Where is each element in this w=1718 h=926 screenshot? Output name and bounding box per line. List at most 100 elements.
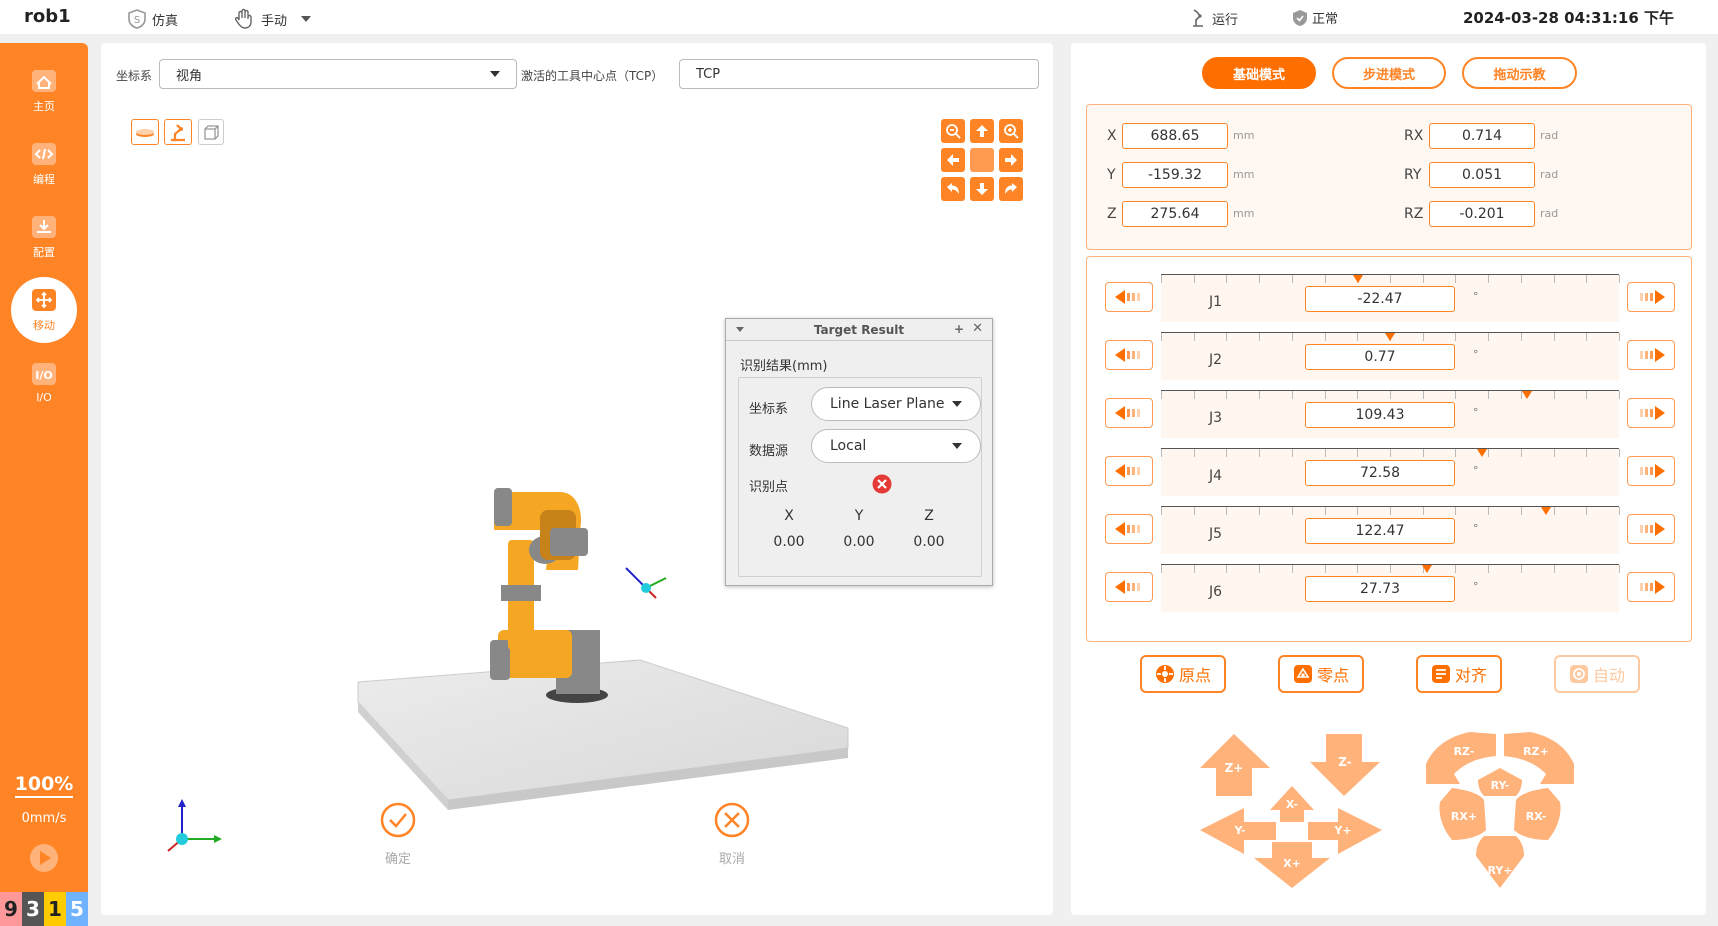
jog-y-minus-button[interactable]: Y-: [1200, 808, 1276, 854]
joint-increase-button[interactable]: [1627, 572, 1675, 602]
scale-tick: [1390, 449, 1391, 457]
zoom-in-button[interactable]: [999, 119, 1023, 143]
pan-right-button[interactable]: [999, 148, 1023, 172]
joint-slider[interactable]: J2 0.77 °: [1161, 332, 1620, 380]
scale-tick: [1291, 333, 1293, 341]
view-base-button[interactable]: [131, 119, 159, 145]
joint-position-marker[interactable]: [1541, 507, 1551, 515]
view-cube-button[interactable]: [198, 119, 224, 145]
joint-increase-button[interactable]: [1627, 398, 1675, 428]
scale-tick: [1161, 391, 1162, 399]
rotate-left-button[interactable]: [941, 177, 965, 201]
joint-position-marker[interactable]: [1353, 275, 1363, 283]
x-unit: mm: [1233, 129, 1255, 142]
mode-dropdown[interactable]: 手动: [233, 8, 312, 30]
jog-y-plus-button[interactable]: Y+: [1308, 808, 1382, 854]
sidebar-item-home[interactable]: 主页: [0, 61, 88, 121]
dialog-coord-select[interactable]: Line Laser Plane: [811, 387, 981, 421]
joint-increase-button[interactable]: [1627, 456, 1675, 486]
joint-decrease-button[interactable]: [1105, 398, 1153, 428]
scale-tick: [1422, 391, 1424, 399]
rotate-right-button[interactable]: [999, 177, 1023, 201]
auto-button[interactable]: 自动: [1554, 655, 1640, 693]
jog-x-minus-button[interactable]: X-: [1270, 786, 1314, 822]
pin-icon[interactable]: +: [954, 322, 964, 336]
jog-z-plus-button[interactable]: Z+: [1200, 734, 1270, 796]
jog-z-minus-button[interactable]: Z-: [1310, 734, 1380, 796]
joint-decrease-button[interactable]: [1105, 340, 1153, 370]
view-robot-button[interactable]: [164, 119, 192, 145]
confirm-button[interactable]: 确定: [376, 802, 420, 867]
speed-percent: 100%: [0, 773, 88, 798]
joint-value-input[interactable]: 109.43: [1305, 402, 1455, 428]
jog-ry-plus-button[interactable]: RY+: [1476, 836, 1524, 888]
zero-button[interactable]: 零点: [1278, 655, 1364, 693]
scale-tick: [1422, 449, 1424, 457]
jog-ry-minus-button[interactable]: RY-: [1478, 768, 1522, 796]
zero-icon: [1293, 665, 1312, 683]
joint-decrease-button[interactable]: [1105, 514, 1153, 544]
joint-increase-button[interactable]: [1627, 340, 1675, 370]
dialog-titlebar[interactable]: Target Result + ✕: [726, 319, 992, 341]
z-label: Z: [1107, 206, 1117, 222]
result-value-z: 0.00: [913, 534, 945, 550]
origin-button[interactable]: 原点: [1140, 655, 1226, 693]
joint-position-marker[interactable]: [1385, 333, 1395, 341]
tab-step-mode[interactable]: 步进模式: [1332, 57, 1446, 89]
joint-decrease-button[interactable]: [1105, 282, 1153, 312]
joint-position-marker[interactable]: [1422, 565, 1432, 573]
joint-decrease-button[interactable]: [1105, 456, 1153, 486]
joint-value-input[interactable]: 27.73: [1305, 576, 1455, 602]
ry-input[interactable]: 0.051: [1429, 162, 1535, 188]
tab-drag-teach[interactable]: 拖动示教: [1462, 57, 1577, 89]
pan-up-button[interactable]: [970, 119, 994, 143]
result-value-y: 0.00: [843, 534, 875, 550]
joint-value-input[interactable]: 122.47: [1305, 518, 1455, 544]
dialog-group: 坐标系 Line Laser Plane 数据源 Local 识别点 X Y Z…: [738, 377, 982, 577]
zoom-out-button[interactable]: [941, 119, 965, 143]
joint-value-input[interactable]: -22.47: [1305, 286, 1455, 312]
joint-slider[interactable]: J4 72.58 °: [1161, 448, 1620, 496]
rz-input[interactable]: -0.201: [1429, 201, 1535, 227]
sidebar-item-config[interactable]: 配置: [0, 207, 88, 267]
close-icon[interactable]: ✕: [972, 321, 983, 336]
sidebar-item-program[interactable]: 编程: [0, 134, 88, 194]
jog-x-plus-button[interactable]: X+: [1254, 842, 1330, 888]
joint-value-input[interactable]: 0.77: [1305, 344, 1455, 370]
align-button[interactable]: 对齐: [1416, 655, 1502, 693]
cancel-button[interactable]: 取消: [710, 802, 754, 867]
tcp-select[interactable]: TCP: [679, 59, 1039, 89]
x-input[interactable]: 688.65: [1122, 123, 1228, 149]
scale-tick: [1520, 333, 1522, 341]
joint-increase-button[interactable]: [1627, 282, 1675, 312]
dialog-source-select[interactable]: Local: [811, 429, 981, 463]
joint-slider[interactable]: J5 122.47 °: [1161, 506, 1620, 554]
chip-blue: 5: [66, 892, 88, 926]
pan-left-button[interactable]: [941, 148, 965, 172]
scale-tick: [1619, 333, 1620, 341]
collapse-icon[interactable]: [736, 327, 744, 332]
view-center-button[interactable]: [970, 148, 994, 172]
sidebar-item-io[interactable]: I/O I/O: [0, 352, 88, 412]
tab-basic-mode[interactable]: 基础模式: [1202, 57, 1316, 89]
joint-decrease-button[interactable]: [1105, 572, 1153, 602]
scale-tick: [1422, 333, 1424, 341]
pan-down-button[interactable]: [970, 177, 994, 201]
y-input[interactable]: -159.32: [1122, 162, 1228, 188]
joint-increase-button[interactable]: [1627, 514, 1675, 544]
joint-position-marker[interactable]: [1477, 449, 1487, 457]
joint-value-input[interactable]: 72.58: [1305, 460, 1455, 486]
joint-slider[interactable]: J1 -22.47 °: [1161, 274, 1620, 322]
jog-rx-plus-button[interactable]: RX+: [1439, 788, 1487, 840]
simulation-indicator[interactable]: S 仿真: [126, 8, 178, 30]
chevron-down-icon: [301, 16, 312, 22]
sidebar-item-move[interactable]: 移动: [11, 277, 77, 343]
z-input[interactable]: 275.64: [1122, 201, 1228, 227]
joint-slider[interactable]: J3 109.43 °: [1161, 390, 1620, 438]
rx-input[interactable]: 0.714: [1429, 123, 1535, 149]
coord-select[interactable]: 视角: [159, 59, 517, 89]
jog-rx-minus-button[interactable]: RX-: [1514, 788, 1561, 840]
play-button[interactable]: [29, 843, 59, 877]
joint-slider[interactable]: J6 27.73 °: [1161, 564, 1620, 612]
joint-position-marker[interactable]: [1522, 391, 1532, 399]
